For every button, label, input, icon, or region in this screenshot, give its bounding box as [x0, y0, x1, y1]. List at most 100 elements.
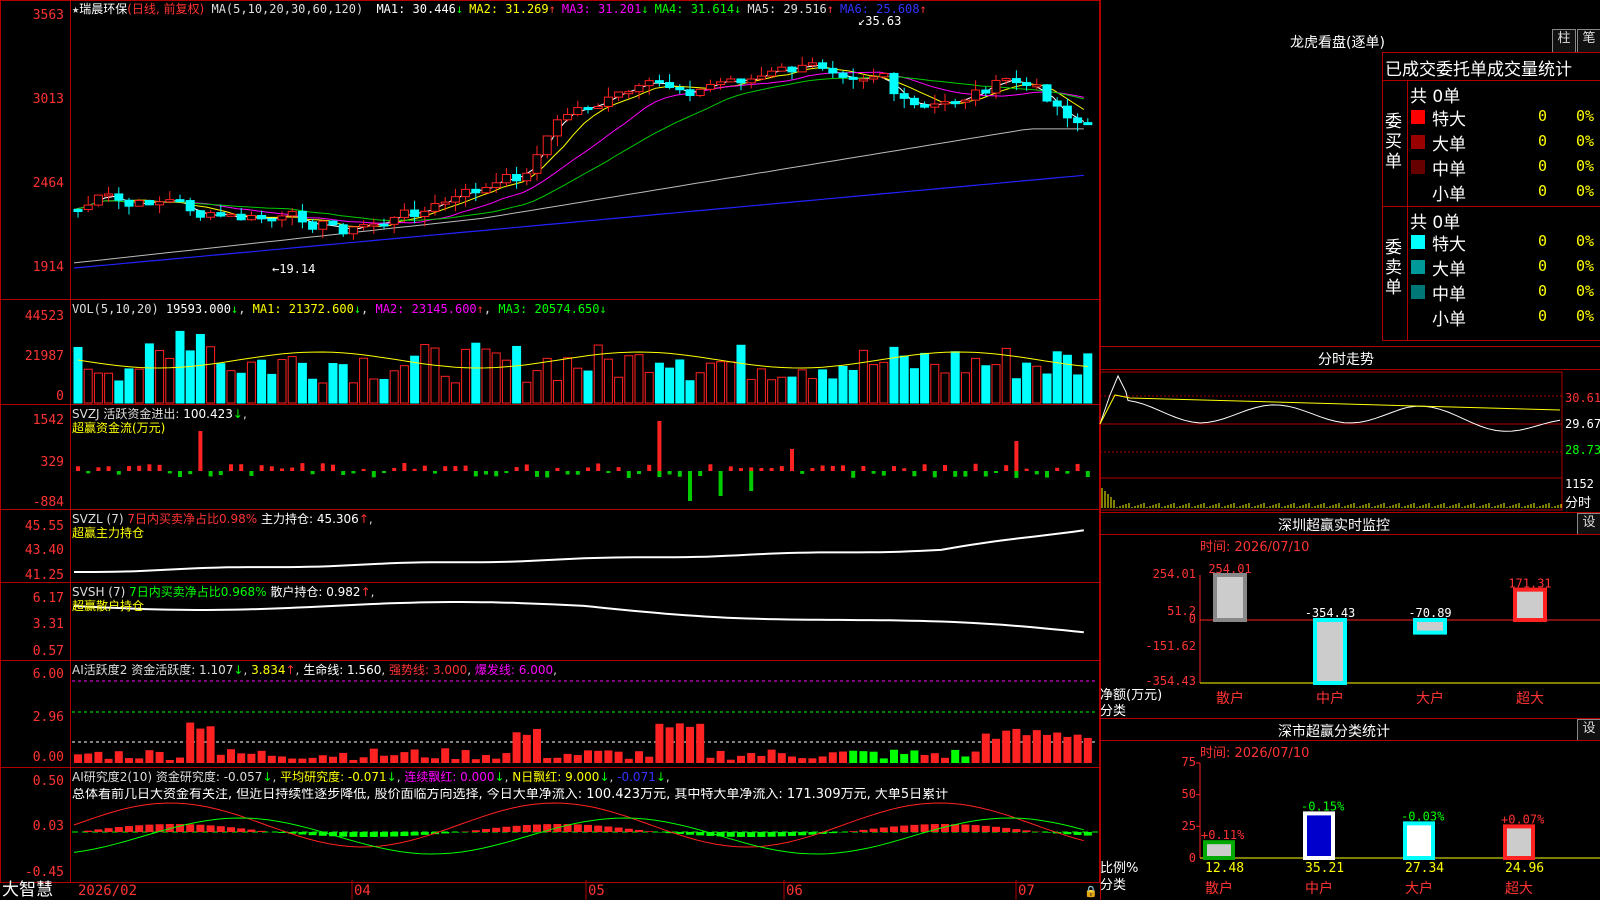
candle-body [144, 200, 154, 206]
date-axis-tick: 04 [354, 883, 371, 899]
brand-label[interactable]: 大智慧 [2, 880, 53, 900]
active-bar [951, 749, 960, 763]
candle-body [705, 83, 715, 90]
candle-body [491, 182, 501, 188]
flow-bar [147, 464, 152, 471]
flow-bar [1065, 471, 1070, 474]
buy-row-0-pct: 0% [1576, 107, 1595, 125]
research-bar [971, 825, 980, 832]
flow-bar [259, 465, 264, 471]
buy-row-3-pct: 0% [1576, 182, 1595, 200]
candle-body [308, 221, 318, 230]
volume-bar [930, 363, 940, 404]
active-bar [104, 758, 113, 763]
flow-bar [106, 466, 111, 471]
volume-bar [828, 378, 838, 404]
active-bar [186, 722, 195, 763]
flow-bar [76, 466, 80, 471]
active-bar [900, 753, 909, 763]
ai-active-header: AI活跃度2 资金活跃度: 1.107↓, 3.834↑, 生命线: 1.560… [72, 663, 557, 677]
lock-icon[interactable]: 🔒 [1084, 885, 1098, 898]
active-bar [706, 757, 715, 763]
flow-bar [657, 471, 662, 478]
sz-classify-value-label: 35.21 [1305, 861, 1344, 876]
volume-bar [257, 359, 267, 404]
flow-bar [1024, 468, 1029, 471]
research-bar [206, 825, 215, 832]
volume-bar [981, 365, 991, 404]
flow-bar [892, 466, 896, 471]
intraday-frame [1099, 371, 1563, 511]
flow-bar [188, 471, 193, 475]
flow-bar [239, 464, 244, 471]
volume-bar [1052, 351, 1062, 404]
active-bar [716, 750, 725, 763]
active-bar [1073, 734, 1082, 763]
stock-name[interactable]: 瑞晨环保 [79, 2, 127, 16]
flow-bar [973, 463, 978, 471]
active-bar [1002, 730, 1011, 763]
candle-body [685, 89, 695, 97]
volume-bar [73, 346, 83, 404]
sz-monitor-settings-button[interactable]: 设 [1577, 513, 1600, 535]
research-bar [1073, 832, 1082, 835]
sell-row-1-swatch [1411, 260, 1425, 274]
research-bar [349, 832, 358, 837]
volume-bar [522, 381, 532, 404]
volume-bar [1062, 354, 1072, 404]
flow-bar [514, 467, 519, 471]
sz-monitor-category: 大户 [1416, 690, 1444, 707]
y-tick: 2.96 [32, 710, 64, 725]
intraday-avg-line [1099, 394, 1561, 425]
candle-body [746, 78, 756, 84]
candle-body [114, 193, 124, 201]
sz-classify-category: 散户 [1205, 880, 1233, 897]
volume-bar [1042, 373, 1052, 404]
intraday-vol-unit: 分时 [1565, 496, 1592, 511]
flow-bar [463, 465, 468, 471]
y-tick: 0 [1188, 612, 1196, 626]
active-bar [451, 759, 460, 763]
active-bar [726, 759, 735, 763]
sz-classify-title: 深市超赢分类统计 [1278, 724, 1390, 740]
sz-monitor-category: 中户 [1316, 690, 1344, 707]
tick-view-button[interactable]: 笔 [1577, 29, 1600, 53]
research-bar [757, 832, 766, 837]
ma-params: MA(5,10,20,30,60,120) [211, 2, 364, 16]
buy-row-0-swatch [1411, 110, 1425, 124]
flow-bar [790, 449, 794, 471]
flow-bar [626, 471, 631, 478]
y-tick: 75 [1181, 755, 1196, 769]
candle-body [1083, 122, 1093, 126]
flow-bar [606, 471, 611, 474]
y-tick: 0.57 [32, 644, 64, 659]
volume-bar [338, 364, 348, 404]
sz-monitor-value-label: -70.89 [1408, 606, 1451, 620]
research-line-green [73, 817, 1084, 855]
research-bar [859, 829, 868, 832]
research-bar [502, 826, 511, 832]
active-bar [471, 759, 480, 763]
candle-body [838, 72, 848, 78]
candle-body [807, 62, 817, 66]
flow-bar [198, 431, 203, 471]
candle-body [399, 209, 409, 218]
sz-classify-bar-2 [1403, 821, 1435, 860]
y-tick: 0.50 [32, 774, 64, 789]
y-tick: 0 [1188, 851, 1196, 865]
volume-bar [920, 352, 930, 404]
flow-bar [820, 465, 825, 471]
flow-bar [1004, 465, 1009, 471]
sz-monitor-value-label: -354.43 [1305, 606, 1356, 620]
period-label[interactable]: (日线, 前复权) [127, 2, 204, 16]
flow-bar [1085, 471, 1090, 478]
volume-bar [705, 362, 715, 404]
flow-bar [739, 468, 743, 471]
volume-bar [665, 367, 675, 404]
active-bar [798, 758, 807, 763]
volume-bar [83, 368, 93, 404]
research-bar [869, 828, 878, 832]
bar-view-button[interactable]: 柱 [1552, 29, 1576, 53]
candle-body [297, 210, 307, 223]
sz-classify-settings-button[interactable]: 设 [1577, 719, 1600, 741]
